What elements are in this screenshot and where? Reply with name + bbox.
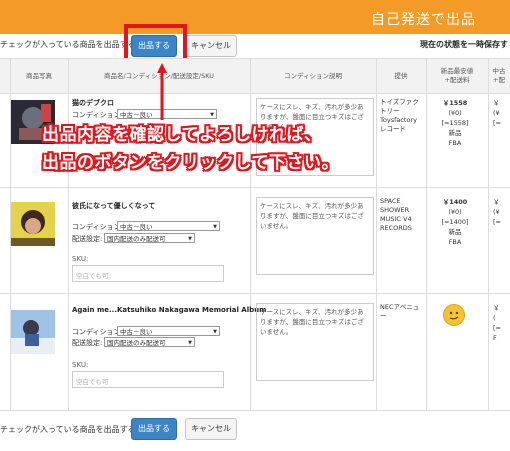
condition-description-textarea[interactable]: ケースにスレ、キズ、汚れが多少ありますが、盤面に目立つキズはございません。 xyxy=(256,197,374,275)
submit-prompt: チェックが入っている商品を出品する: xyxy=(0,425,139,434)
cancel-button-top[interactable]: キャンセル xyxy=(185,35,237,57)
album-cover-image xyxy=(11,202,55,246)
price-condition: 新品 xyxy=(448,129,462,137)
price-channel: FBA xyxy=(448,238,462,246)
shipping-label: 配送設定: xyxy=(72,339,103,347)
up-arrow-icon xyxy=(157,63,167,120)
new-price: ￥1558 xyxy=(442,99,468,107)
product-name[interactable]: Again me...Katsuhiko Nakagawa Memorial A… xyxy=(72,306,266,314)
condition-label: コンディション: xyxy=(72,111,123,119)
condition-select[interactable]: 中古－良い xyxy=(117,326,220,337)
condition-select[interactable]: 中古－良い xyxy=(117,109,217,120)
col-header-description: コンディション説明 xyxy=(283,71,343,80)
maker-text: SPACE SHOWER MUSIC V4 RECORDS xyxy=(380,197,412,232)
submit-prompt: チェックが入っている商品を出品する: xyxy=(0,40,139,49)
window-title: 自己発送で出品 xyxy=(371,12,476,28)
sku-label: SKU: xyxy=(72,361,89,369)
sku-input[interactable]: 空白でも可 xyxy=(72,265,224,282)
used-price-cell: ￥ ( [= F xyxy=(493,304,501,342)
used-price-cell: ￥ (¥ [= xyxy=(493,99,501,127)
save-status-text[interactable]: 現在の状態を一時保存す xyxy=(420,39,508,50)
sku-label: SKU: xyxy=(72,255,89,263)
new-price: ￥1400 xyxy=(442,198,468,206)
title-bar: 自己発送で出品 xyxy=(0,0,510,34)
price-channel: FBA xyxy=(448,139,462,147)
maker-text: トイズファクトリー Toysfactory レコード xyxy=(380,98,419,133)
col-header-photo: 商品写真 xyxy=(26,71,52,80)
price-total: [=1558] xyxy=(441,119,469,127)
sku-input[interactable]: 空白でも可 xyxy=(72,371,224,388)
shipping-select[interactable]: 国内配送のみ配送可 xyxy=(104,337,195,348)
shipping-select[interactable]: 国内配送のみ配送可 xyxy=(104,233,195,244)
used-price-cell: ￥ (¥ [= xyxy=(493,198,501,226)
maker-text: NECアベニュー xyxy=(380,303,420,320)
top-toolbar: チェックが入っている商品を出品する: 出品する キャンセル 現在の状態を一時保存… xyxy=(0,34,510,57)
thinking-face-icon xyxy=(443,304,465,326)
col-header-new-price: 新品最安値 +配送料 xyxy=(440,67,474,84)
condition-select[interactable]: 中古－良い xyxy=(117,221,220,232)
shipping-label: 配送設定: xyxy=(72,235,103,243)
price-condition: 新品 xyxy=(448,228,462,236)
col-header-maker: 提供 xyxy=(394,71,408,80)
price-total: [=1400] xyxy=(441,218,469,226)
condition-label: コンディション: xyxy=(72,328,123,336)
album-cover-image xyxy=(11,310,55,354)
thinking-face-glyph xyxy=(449,311,459,320)
table-row: 彼氏になって優しくなって コンディション: 中古－良い 配送設定: 国内配送のみ… xyxy=(0,187,510,294)
bottom-toolbar: チェックが入っている商品を出品する: 出品する キャンセル xyxy=(0,410,510,451)
submit-button-bottom[interactable]: 出品する xyxy=(131,418,177,440)
shipping-fee: (¥0) xyxy=(448,109,462,117)
col-checkbox-header xyxy=(0,59,10,93)
table-row: Again me...Katsuhiko Nakagawa Memorial A… xyxy=(0,293,510,411)
condition-description-textarea[interactable]: ケースにスレ、キズ、汚れが多少ありますが、盤面に目立つキズはございません。 xyxy=(256,303,374,381)
product-name[interactable]: 猫のデブクロ xyxy=(72,98,114,108)
annotation-line-2: 出品のボタンをクリックして下さい。 xyxy=(42,153,339,173)
new-price-cell: ￥1558 (¥0) [=1558] 新品 FBA xyxy=(430,98,480,148)
col-header-used-price: 中古 +配 xyxy=(492,67,506,84)
product-name[interactable]: 彼氏になって優しくなって xyxy=(72,201,155,211)
shipping-fee: (¥0) xyxy=(448,208,462,216)
annotation-line-1: 出品内容を確認してよろしければ、 xyxy=(42,125,322,145)
condition-label: コンディション: xyxy=(72,223,123,231)
cancel-button-bottom[interactable]: キャンセル xyxy=(185,418,237,440)
table-header: 商品写真 商品名/コンディション/配送設定/SKU コンディション説明 提供 新… xyxy=(0,58,510,94)
new-price-cell: ￥1400 (¥0) [=1400] 新品 FBA xyxy=(430,197,480,247)
